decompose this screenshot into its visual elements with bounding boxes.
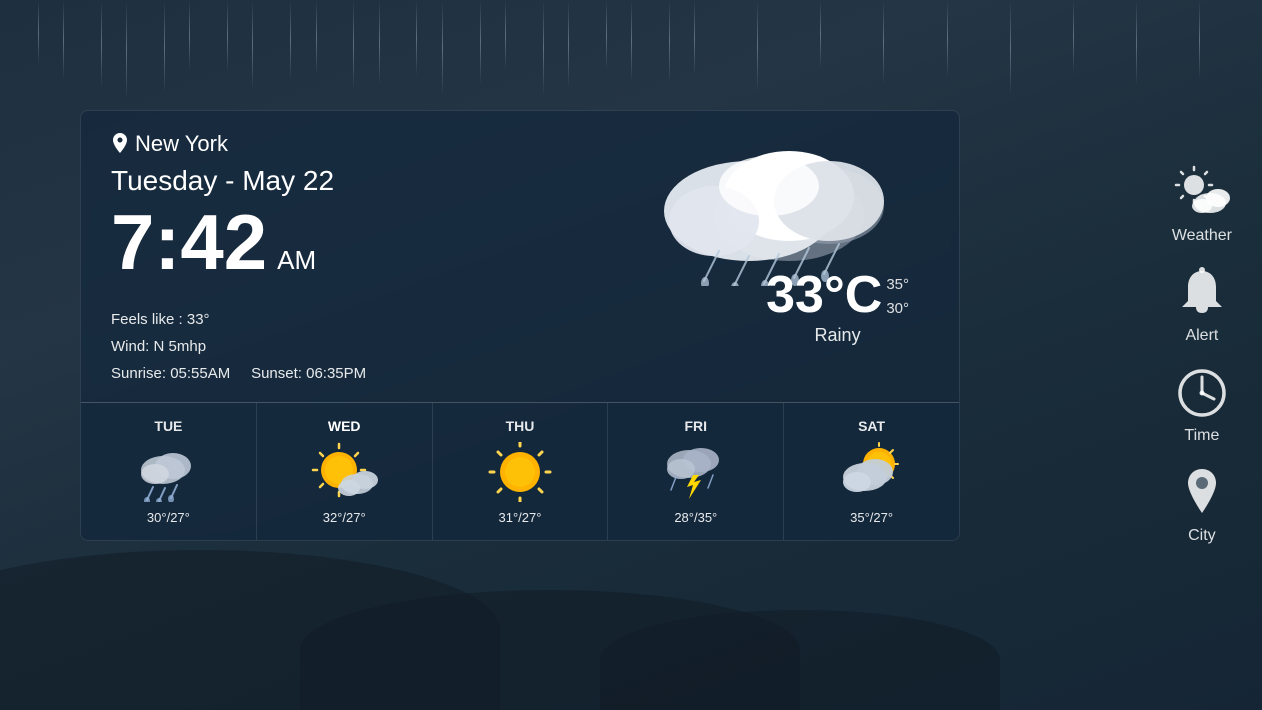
widget-top-section: New York Tuesday - May 22 7:42 AM Feels … bbox=[81, 111, 959, 403]
alert-icon bbox=[1174, 265, 1230, 321]
forecast-icon-fri bbox=[661, 442, 731, 502]
main-temperature: 33°C bbox=[766, 265, 882, 325]
day-label-thu: THU bbox=[443, 418, 598, 434]
temp-low: 30° bbox=[886, 297, 909, 321]
location-name: New York bbox=[135, 131, 228, 157]
day-label-wed: WED bbox=[267, 418, 422, 434]
sidebar-item-time[interactable]: Time bbox=[1174, 365, 1230, 445]
forecast-wed: WED bbox=[257, 403, 433, 540]
sidebar-label-alert: Alert bbox=[1185, 327, 1218, 345]
day-label-sat: SAT bbox=[794, 418, 949, 434]
day-label-tue: TUE bbox=[91, 418, 246, 434]
sidebar-label-weather: Weather bbox=[1172, 227, 1232, 245]
time-icon bbox=[1174, 365, 1230, 421]
sidebar-item-city[interactable]: City bbox=[1174, 465, 1230, 545]
forecast-icon-tue bbox=[133, 442, 203, 502]
sun-times: Sunrise: 05:55AM Sunset: 06:35PM bbox=[111, 360, 929, 387]
forecast-icon-thu bbox=[485, 442, 555, 502]
temp-range: 35° 30° bbox=[886, 273, 909, 321]
day-label-fri: FRI bbox=[618, 418, 773, 434]
sunset: Sunset: 06:35PM bbox=[251, 365, 366, 382]
forecast-fri: FRI 28°/35° bbox=[608, 403, 784, 540]
location-pin-icon bbox=[111, 133, 129, 155]
forecast-temps-thu: 31°/27° bbox=[443, 510, 598, 525]
ampm-display: AM bbox=[277, 245, 316, 276]
temperature-display: 33°C 35° 30° Rainy bbox=[766, 265, 909, 346]
forecast-tue: TUE 30°/27° bbox=[81, 403, 257, 540]
forecast-temps-sat: 35°/27° bbox=[794, 510, 949, 525]
sidebar-label-time: Time bbox=[1184, 427, 1219, 445]
time-display: 7:42 bbox=[111, 203, 267, 281]
weather-icon bbox=[1174, 165, 1230, 221]
sunrise: Sunrise: 05:55AM bbox=[111, 365, 230, 382]
forecast-row: TUE 30°/27° WED bbox=[81, 403, 959, 540]
forecast-sat: SAT 35°/27° bbox=[784, 403, 959, 540]
sidebar-item-weather[interactable]: Weather bbox=[1172, 165, 1232, 245]
cloud-illustration bbox=[629, 126, 909, 286]
temp-high: 35° bbox=[886, 273, 909, 297]
forecast-temps-wed: 32°/27° bbox=[267, 510, 422, 525]
forecast-icon-sat bbox=[837, 442, 907, 502]
city-icon bbox=[1174, 465, 1230, 521]
sidebar: Weather Alert Time bbox=[1172, 165, 1232, 545]
forecast-temps-fri: 28°/35° bbox=[618, 510, 773, 525]
sidebar-item-alert[interactable]: Alert bbox=[1174, 265, 1230, 345]
forecast-icon-wed bbox=[309, 442, 379, 502]
weather-condition: Rainy bbox=[766, 325, 909, 346]
weather-widget: New York Tuesday - May 22 7:42 AM Feels … bbox=[80, 110, 960, 541]
forecast-temps-tue: 30°/27° bbox=[91, 510, 246, 525]
forecast-thu: THU 31°/27° bbox=[433, 403, 609, 540]
weather-visual: 33°C 35° 30° Rainy bbox=[549, 126, 929, 356]
sidebar-label-city: City bbox=[1188, 527, 1216, 545]
